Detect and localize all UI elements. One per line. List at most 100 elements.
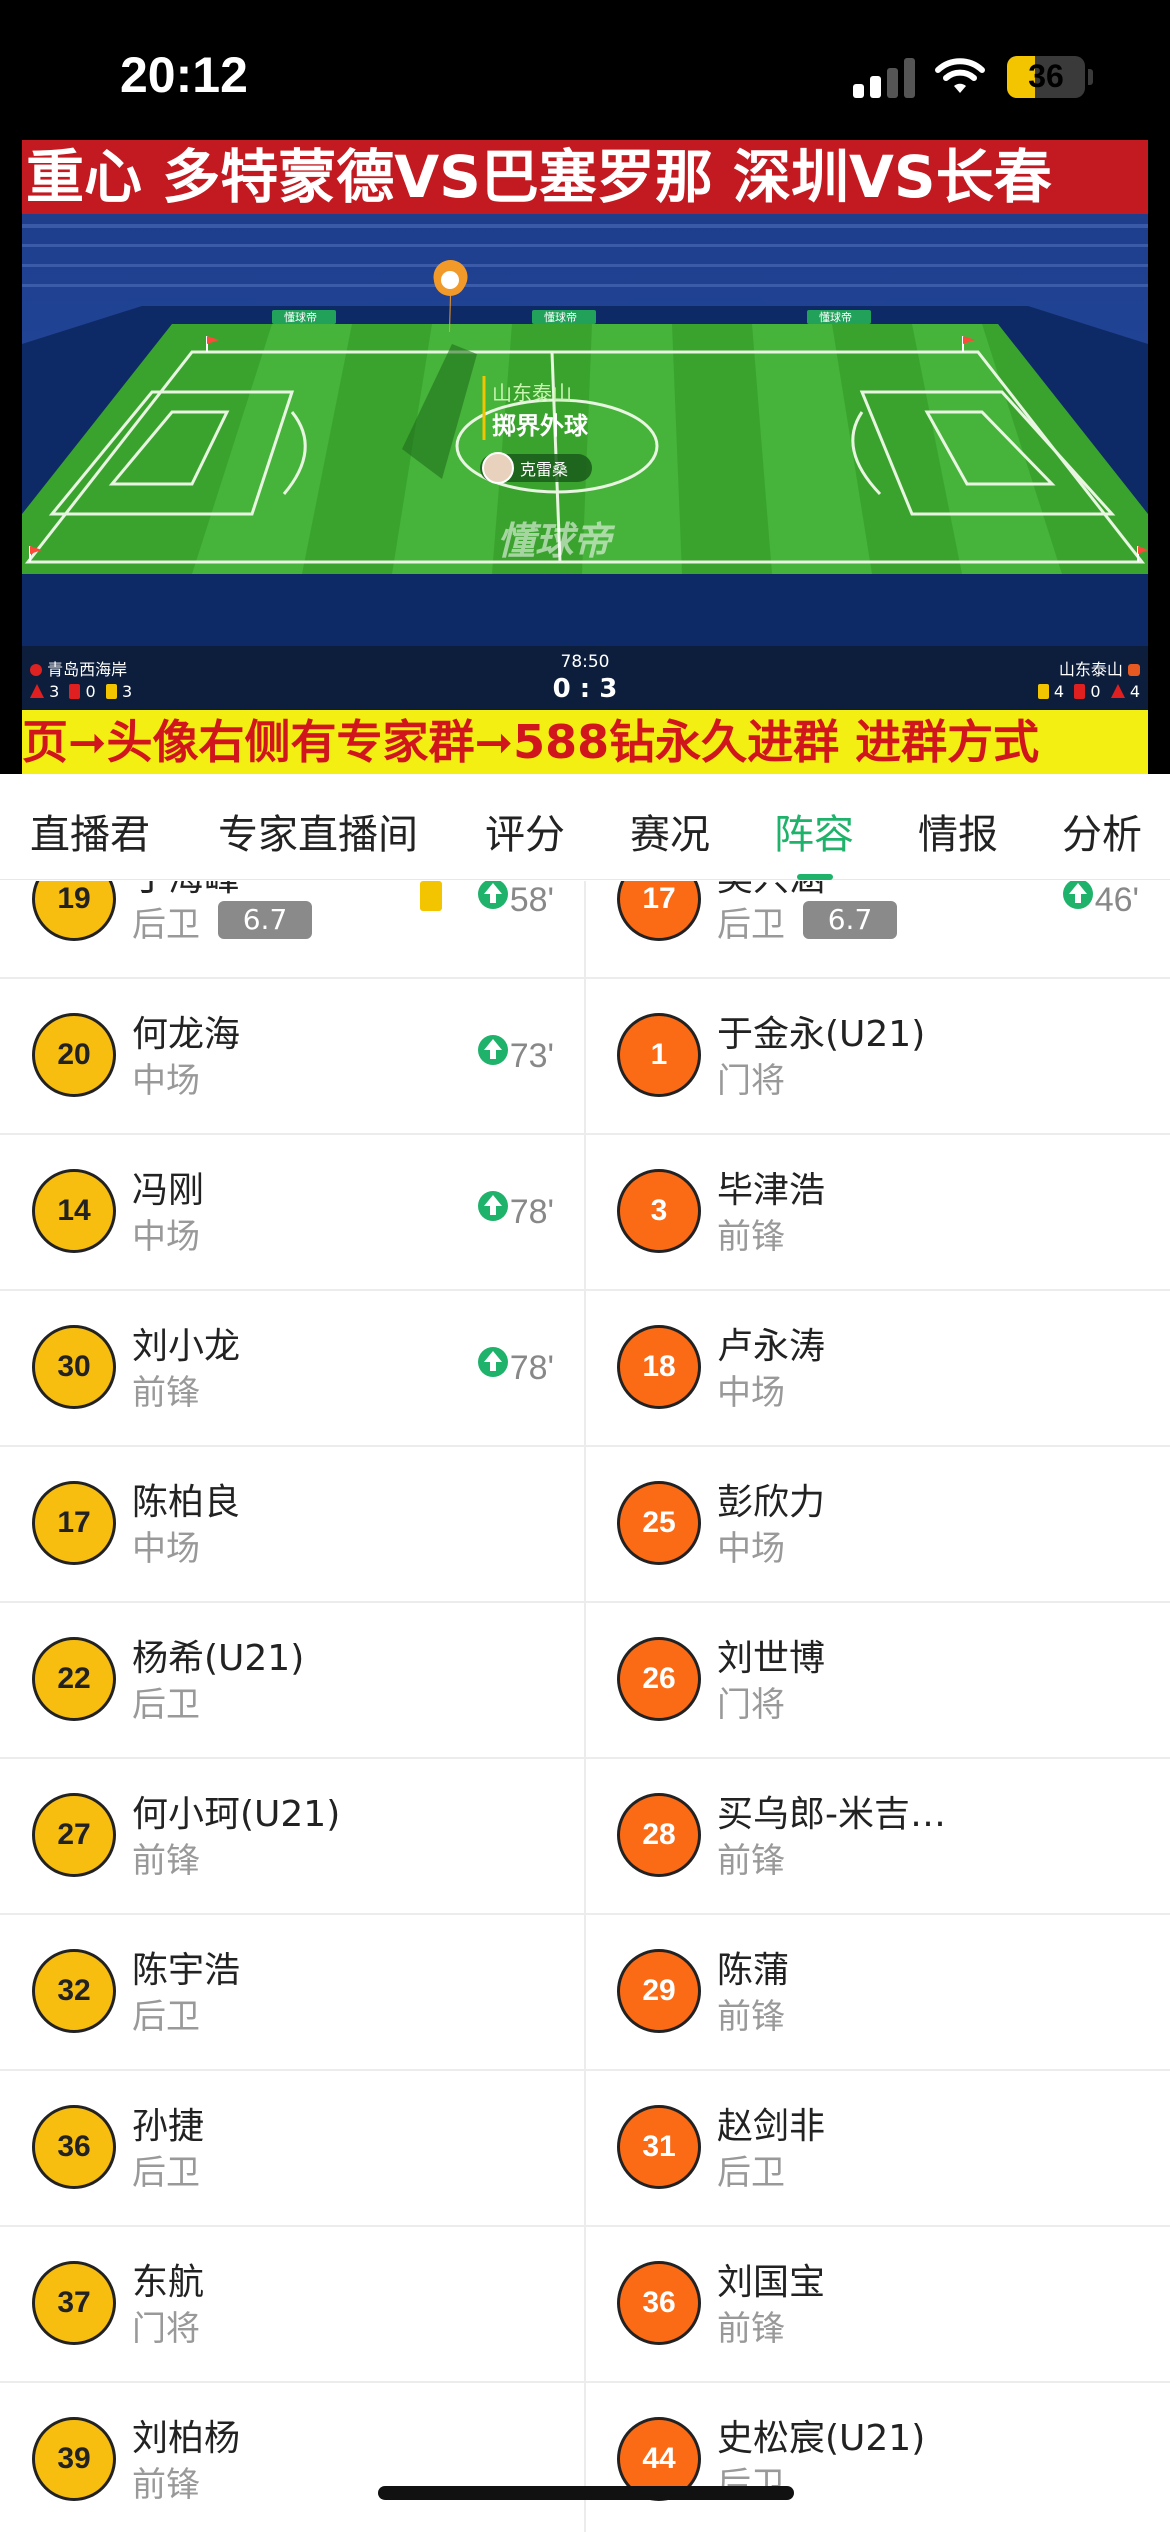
player-row-away[interactable]: 44 史松宸(U21) 后卫 (585, 2381, 1169, 2532)
ad-board-3: 懂球帝 (819, 310, 852, 324)
player-name: 陈柏良 (132, 1482, 241, 1523)
cellular-signal-icon (853, 58, 915, 98)
news-ticker: 重心 多特蒙德VS巴塞罗那 深圳VS长春 (22, 140, 1148, 214)
player-row-home[interactable]: 19丁海峰后卫6.758' (0, 881, 584, 977)
player-name: 买乌郎-米吉… (717, 1794, 946, 1835)
lineup-list[interactable]: 19丁海峰后卫6.758'17吴兴涵后卫6.746'20何龙海中场73'1于金永… (0, 881, 1170, 2532)
live-video-player[interactable]: 重心 多特蒙德VS巴塞罗那 深圳VS长春 懂球帝 懂球帝 懂球帝 山东泰山 掷界… (0, 140, 1170, 774)
player-position: 前锋 (717, 1217, 785, 1257)
player-row-home[interactable]: 22 杨希(U21) 后卫 (0, 1601, 584, 1757)
event-description: 掷界外球 (492, 412, 589, 440)
sub-in-arrow-icon (477, 1347, 508, 1377)
player-position: 前锋 (717, 2309, 785, 2349)
player-row-home[interactable]: 39 刘柏杨 前锋 (0, 2381, 584, 2532)
tab-lineup[interactable]: 阵容 (774, 802, 854, 860)
player-name: 于金永(U21) (717, 1014, 926, 1055)
player-position: 中场 (132, 1217, 200, 1257)
player-row-home[interactable]: 37 东航门将 (0, 2225, 584, 2381)
player-row-away[interactable]: 36 刘国宝 前锋 (585, 2225, 1169, 2381)
player-position: 中场 (717, 1373, 785, 1413)
player-name: 陈宇浩 (132, 1950, 241, 1991)
ad-board-2: 懂球帝 (544, 310, 577, 324)
player-row-away[interactable]: 26 刘世博门将 (585, 1601, 1169, 1757)
tab-bar: 直播君 专家直播间 评分 赛况 阵容 情报 分析 (0, 774, 1170, 880)
corner-icon (1110, 684, 1125, 698)
player-name: 何龙海 (132, 1014, 241, 1055)
tab-ratings[interactable]: 评分 (485, 802, 565, 860)
player-row-away[interactable]: 31 赵剑非 后卫 (585, 2069, 1169, 2225)
away-team-name: 山东泰山 (1059, 656, 1140, 680)
battery-icon: 36 (1007, 56, 1085, 98)
player-position: 门将 (717, 1685, 785, 1725)
player-position: 后卫 (717, 2153, 785, 2193)
jersey-number-badge: 30 (32, 1325, 116, 1409)
player-rating-badge: 6.7 (218, 901, 312, 939)
player-row-home[interactable]: 27 何小珂(U21) 前锋 (0, 1757, 584, 1913)
jersey-number-badge: 26 (617, 1637, 701, 1721)
player-position: 中场 (132, 1529, 200, 1569)
jersey-number-badge: 17 (617, 881, 701, 941)
tab-live-host[interactable]: 直播君 (30, 802, 150, 860)
sub-in-time: 58' (477, 881, 554, 920)
player-row-away[interactable]: 17吴兴涵后卫6.746' (585, 881, 1169, 977)
player-name: 刘小龙 (132, 1326, 241, 1367)
player-row-home[interactable]: 36 孙捷 后卫 (0, 2069, 584, 2225)
player-position: 门将 (717, 1061, 785, 1101)
match-score: 0 : 3 (552, 674, 618, 704)
player-row-away[interactable]: 3 毕津浩 前锋 (585, 1133, 1169, 1289)
player-name: 杨希(U21) (132, 1638, 305, 1679)
player-name: 东航 (132, 2262, 205, 2303)
match-scoreboard: 青岛西海岸 3 0 3 78:50 0 : 3 山东泰山 4 0 4 (22, 646, 1148, 710)
player-position: 后卫 (132, 1685, 200, 1725)
player-row-away[interactable]: 1 于金永(U21) 门将 (585, 977, 1169, 1133)
sub-in-arrow-icon (477, 881, 508, 909)
tab-intel[interactable]: 情报 (918, 802, 998, 860)
player-name: 刘世博 (717, 1638, 826, 1679)
sub-in-minute: 46' (1094, 881, 1139, 919)
event-player: 克雷桑 (520, 460, 568, 479)
sub-in-time: 78' (477, 1347, 554, 1388)
home-indicator[interactable] (378, 2486, 794, 2500)
live-pitch-animation[interactable]: 懂球帝 懂球帝 懂球帝 山东泰山 掷界外球 克雷桑 懂球帝 (22, 214, 1148, 646)
jersey-number-badge: 20 (32, 1013, 116, 1097)
player-name: 彭欣力 (717, 1482, 826, 1523)
player-position: 中场 (132, 1061, 200, 1101)
jersey-number-badge: 1 (617, 1013, 701, 1097)
player-row-away[interactable]: 28 买乌郎-米吉… 前锋 (585, 1757, 1169, 1913)
player-name: 冯刚 (132, 1170, 205, 1211)
jersey-number-badge: 27 (32, 1793, 116, 1877)
tab-match-events[interactable]: 赛况 (630, 802, 710, 860)
jersey-number-badge: 37 (32, 2261, 116, 2345)
player-row-away[interactable]: 25 彭欣力 中场 (585, 1445, 1169, 1601)
tab-expert-room[interactable]: 专家直播间 (218, 802, 418, 860)
tab-analysis[interactable]: 分析 (1062, 802, 1142, 860)
player-position: 前锋 (132, 1841, 200, 1881)
player-row-home[interactable]: 17 陈柏良 中场 (0, 1445, 584, 1601)
jersey-number-badge: 29 (617, 1949, 701, 2033)
player-name: 赵剑非 (717, 2106, 826, 2147)
away-crest-icon (1128, 664, 1140, 676)
player-row-away[interactable]: 29 陈蒲 前锋 (585, 1913, 1169, 2069)
jersey-number-badge: 22 (32, 1637, 116, 1721)
player-position: 门将 (132, 2309, 200, 2349)
yellow-card-icon (420, 881, 442, 911)
yellow-card-icon (1037, 684, 1049, 699)
player-row-home[interactable]: 32 陈宇浩 后卫 (0, 1913, 584, 2069)
sub-in-minute: 58' (509, 881, 554, 919)
sub-in-arrow-icon (477, 1035, 508, 1065)
player-row-home[interactable]: 14 冯刚 中场 78' (0, 1133, 584, 1289)
player-row-away[interactable]: 18 卢永涛 中场 (585, 1289, 1169, 1445)
wifi-icon (935, 58, 985, 93)
player-position: 后卫 (132, 2153, 200, 2193)
player-name: 何小珂(U21) (132, 1794, 341, 1835)
jersey-number-badge: 39 (32, 2417, 116, 2501)
player-row-home[interactable]: 20 何龙海 中场 73' (0, 977, 584, 1133)
away-match-counts: 4 0 4 (1037, 682, 1140, 701)
jersey-number-badge: 3 (617, 1169, 701, 1253)
sub-in-time: 46' (1062, 881, 1139, 920)
player-row-home[interactable]: 30 刘小龙 前锋 78' (0, 1289, 584, 1445)
jersey-number-badge: 36 (617, 2261, 701, 2345)
ad-board-1: 懂球帝 (284, 310, 317, 324)
status-bar: 20:12 36 (0, 0, 1170, 140)
active-tab-indicator (797, 874, 833, 880)
